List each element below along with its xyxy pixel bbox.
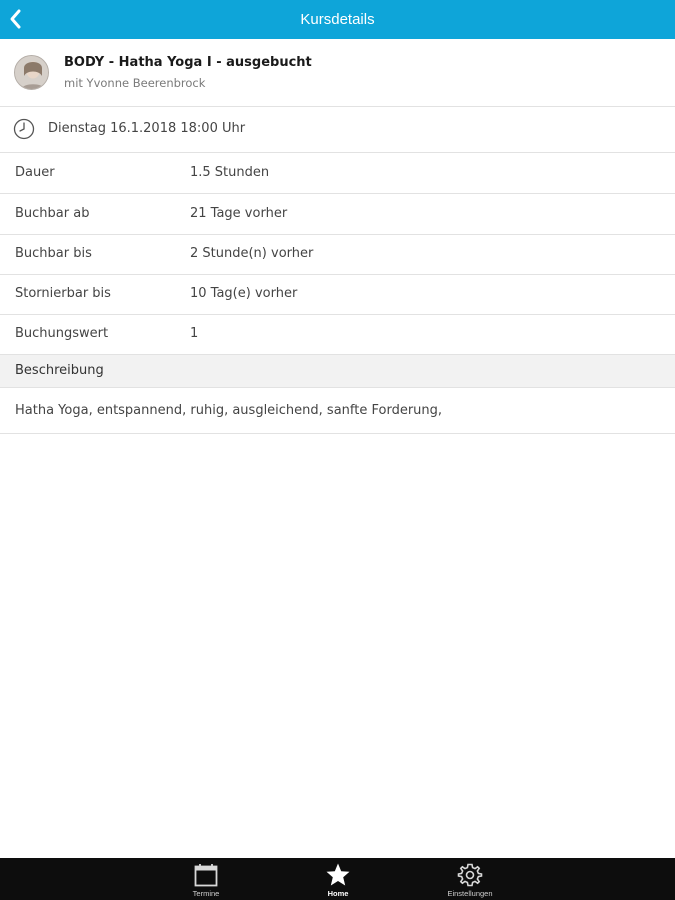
course-title: BODY - Hatha Yoga I - ausgebucht <box>64 55 312 70</box>
detail-label: Buchbar ab <box>15 206 90 221</box>
course-instructor: mit Yvonne Beerenbrock <box>64 76 206 90</box>
bottom-tab-bar: Termine Home Einstellungen <box>0 858 675 900</box>
detail-value: 10 Tag(e) vorher <box>190 286 298 301</box>
detail-value: 2 Stunde(n) vorher <box>190 246 314 261</box>
detail-label: Buchbar bis <box>15 246 92 261</box>
gear-icon <box>457 863 483 887</box>
detail-label: Dauer <box>15 165 55 180</box>
detail-row-stornierbar-bis: Stornierbar bis 10 Tag(e) vorher <box>0 274 675 315</box>
avatar-image <box>15 56 48 89</box>
detail-row-buchbar-ab: Buchbar ab 21 Tage vorher <box>0 194 675 235</box>
page-title: Kursdetails <box>300 11 375 28</box>
detail-row-buchbar-bis: Buchbar bis 2 Stunde(n) vorher <box>0 234 675 275</box>
tab-label: Termine <box>192 889 220 898</box>
description-text: Hatha Yoga, entspannend, ruhig, ausgleic… <box>15 403 443 418</box>
detail-value: 1.5 Stunden <box>190 165 270 180</box>
course-header: BODY - Hatha Yoga I - ausgebucht mit Yvo… <box>0 39 675 107</box>
description-section-header: Beschreibung <box>0 355 675 388</box>
top-bar: Kursdetails <box>0 0 675 39</box>
detail-row-buchungswert: Buchungswert 1 <box>0 314 675 355</box>
detail-value: 21 Tage vorher <box>190 206 288 221</box>
description-heading: Beschreibung <box>15 363 104 378</box>
avatar <box>14 55 49 90</box>
tab-home[interactable]: Home <box>293 858 383 900</box>
detail-value: 1 <box>190 326 199 341</box>
tab-termine[interactable]: Termine <box>161 858 251 900</box>
tab-label: Einstellungen <box>447 889 493 898</box>
detail-row-dauer: Dauer 1.5 Stunden <box>0 153 675 194</box>
description-row: Hatha Yoga, entspannend, ruhig, ausgleic… <box>0 388 675 434</box>
clock-icon <box>13 118 35 140</box>
detail-label: Buchungswert <box>15 326 109 341</box>
course-datetime: Dienstag 16.1.2018 18:00 Uhr <box>48 121 246 136</box>
calendar-icon <box>194 864 218 887</box>
date-row: Dienstag 16.1.2018 18:00 Uhr <box>0 107 675 153</box>
star-icon <box>326 863 350 886</box>
tab-label: Home <box>327 889 349 898</box>
tab-einstellungen[interactable]: Einstellungen <box>425 858 515 900</box>
detail-label: Stornierbar bis <box>15 286 111 301</box>
